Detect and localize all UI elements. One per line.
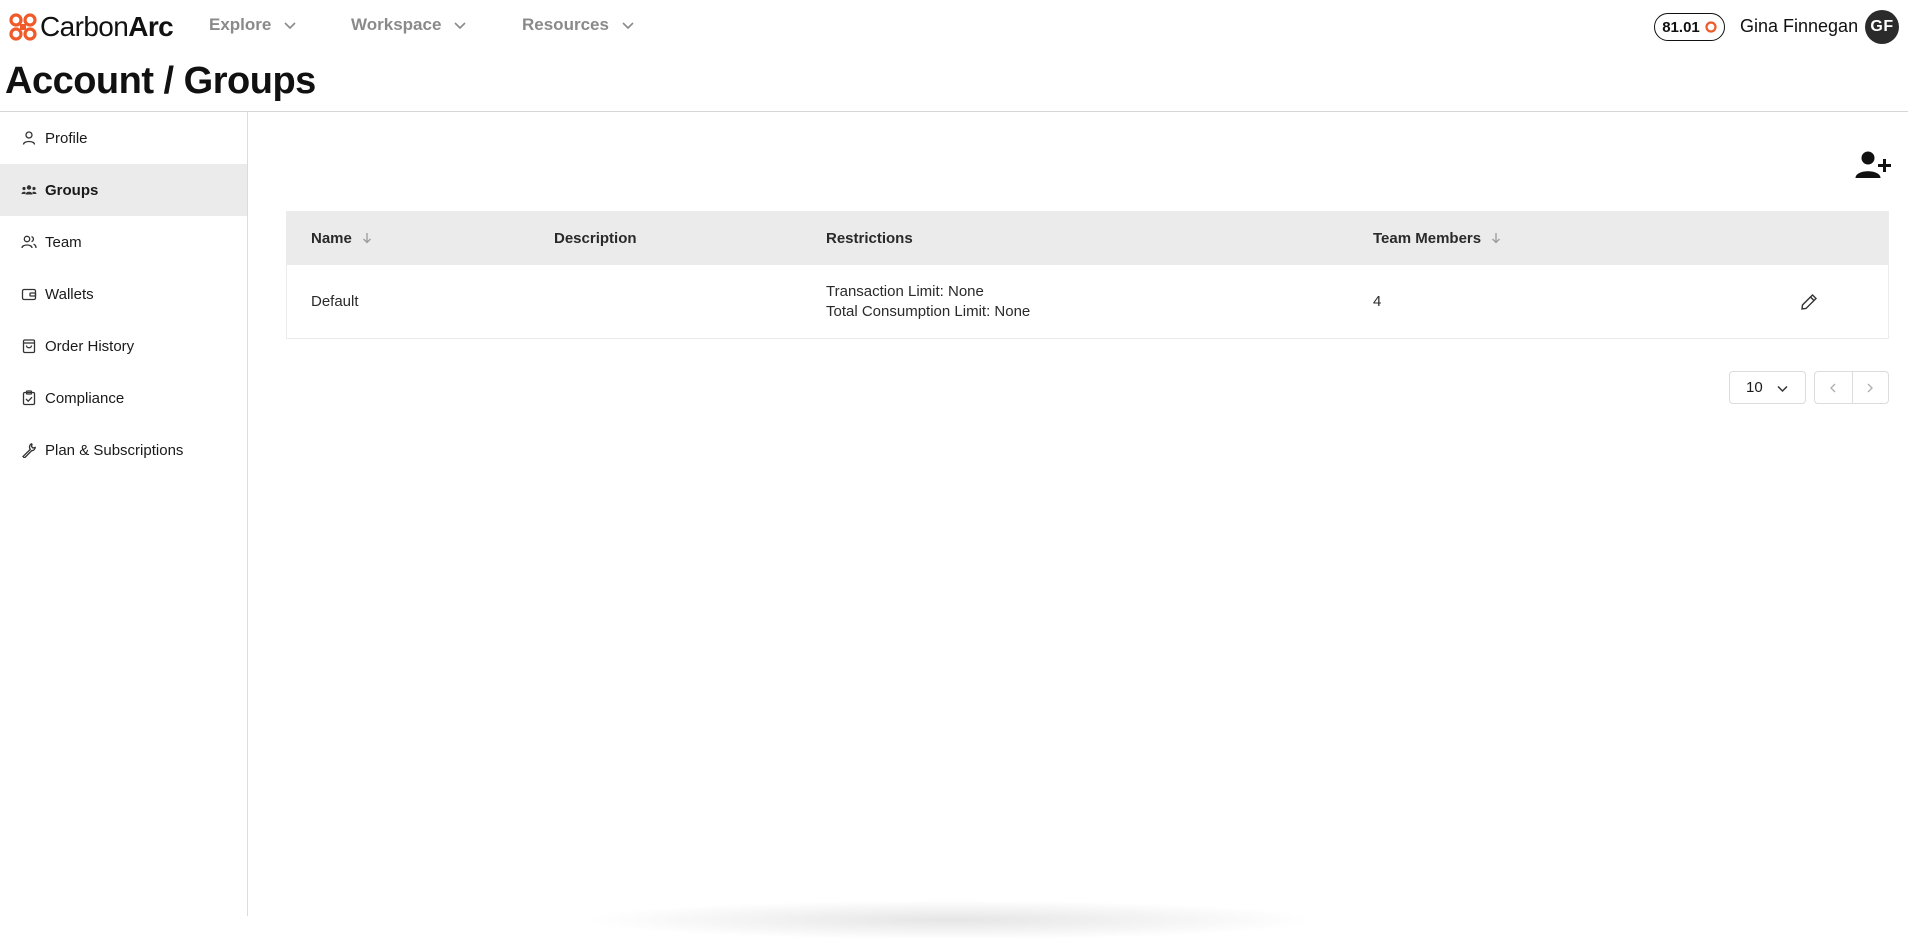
nav-workspace[interactable]: Workspace (351, 15, 467, 35)
nav-explore-label: Explore (209, 15, 272, 34)
add-group-button[interactable] (1855, 150, 1891, 180)
brand-logo[interactable]: CarbonArc (8, 10, 174, 44)
nav-resources[interactable]: Resources (522, 15, 635, 35)
brand-wordmark: CarbonArc (40, 11, 174, 43)
sidebar-item-plan-subscriptions[interactable]: Plan & Subscriptions (0, 424, 247, 476)
sidebar-item-profile[interactable]: Profile (0, 112, 247, 164)
account-sidebar: Profile Groups Team Wallets Order Histor… (0, 112, 248, 916)
sidebar-item-order-history[interactable]: Order History (0, 320, 247, 372)
sidebar-item-compliance[interactable]: Compliance (0, 372, 247, 424)
column-header-label: Restrictions (826, 229, 913, 247)
edit-group-button[interactable] (1799, 292, 1819, 312)
credit-balance-badge[interactable]: 81.01 (1654, 13, 1725, 41)
sidebar-item-team[interactable]: Team (0, 216, 247, 268)
coin-icon (1705, 21, 1717, 33)
bottom-overlay-shadow (580, 900, 1320, 940)
chevron-left-icon (1830, 383, 1836, 392)
users-group-icon (21, 185, 37, 195)
sidebar-item-wallets[interactable]: Wallets (0, 268, 247, 320)
cell-restrictions: Transaction Limit: None Total Consumptio… (826, 265, 1030, 339)
brand-name-bold: Arc (128, 11, 174, 42)
nav-explore[interactable]: Explore (209, 15, 297, 35)
sidebar-item-label: Plan & Subscriptions (45, 441, 184, 459)
chevron-down-icon (622, 22, 634, 30)
user-icon (22, 131, 36, 145)
column-header-label: Name (311, 229, 352, 247)
table-row[interactable]: Default Transaction Limit: None Total Co… (287, 264, 1888, 338)
nav-resources-label: Resources (522, 15, 609, 34)
column-header-label: Team Members (1373, 229, 1482, 247)
team-icon (21, 235, 37, 249)
table-header: Name Description Restrictions Team Membe… (287, 212, 1888, 264)
team-member-count: 4 (1373, 293, 1382, 310)
user-plus-icon (1855, 151, 1891, 178)
previous-page-button[interactable] (1815, 372, 1852, 403)
chevron-right-icon (1867, 383, 1874, 392)
pencil-icon (1801, 294, 1817, 310)
column-header-restrictions: Restrictions (826, 212, 913, 264)
title-divider (0, 111, 1908, 112)
chevron-down-icon (454, 22, 466, 30)
carbonarc-logo-icon (9, 13, 37, 41)
sidebar-item-label: Groups (45, 181, 99, 199)
cell-name: Default (311, 265, 359, 339)
shopping-bag-icon (22, 339, 36, 354)
groups-table: Name Description Restrictions Team Membe… (286, 211, 1889, 339)
page-size-value: 10 (1746, 379, 1763, 396)
avatar[interactable]: GF (1865, 10, 1899, 44)
column-header-label: Description (554, 229, 637, 247)
user-name[interactable]: Gina Finnegan (1740, 16, 1858, 37)
sidebar-item-label: Profile (45, 129, 88, 147)
next-page-button[interactable] (1851, 372, 1889, 403)
sidebar-item-label: Team (45, 233, 82, 251)
pagination-controls (1814, 371, 1889, 404)
avatar-initials: GF (1870, 18, 1894, 35)
cell-team-members: 4 (1373, 265, 1381, 339)
brand-name-light: Carbon (40, 11, 129, 42)
sidebar-item-label: Order History (45, 337, 135, 355)
restriction-transaction-limit: Transaction Limit: None (826, 283, 984, 300)
sidebar-item-groups[interactable]: Groups (0, 164, 247, 216)
page-size-select[interactable]: 10 (1729, 371, 1806, 404)
wallet-icon (21, 288, 37, 301)
restriction-total-consumption-limit: Total Consumption Limit: None (826, 303, 1031, 320)
wrench-icon (22, 443, 36, 458)
chevron-down-icon (284, 22, 296, 30)
page-title: Account / Groups (5, 60, 316, 102)
sort-arrow-down-icon (1492, 233, 1501, 244)
sidebar-item-label: Wallets (45, 285, 94, 303)
sort-arrow-down-icon (362, 233, 371, 244)
chevron-down-icon (1777, 385, 1788, 393)
sidebar-item-label: Compliance (45, 389, 125, 407)
credit-balance-value: 81.01 (1662, 18, 1700, 36)
column-header-team-members[interactable]: Team Members (1373, 212, 1502, 264)
nav-workspace-label: Workspace (351, 15, 442, 34)
column-header-description: Description (554, 212, 637, 264)
column-header-name[interactable]: Name (311, 212, 373, 264)
top-navigation-bar: CarbonArc Explore Workspace Resources 81… (0, 0, 1908, 54)
clipboard-check-icon (22, 390, 36, 406)
group-name: Default (311, 293, 359, 310)
